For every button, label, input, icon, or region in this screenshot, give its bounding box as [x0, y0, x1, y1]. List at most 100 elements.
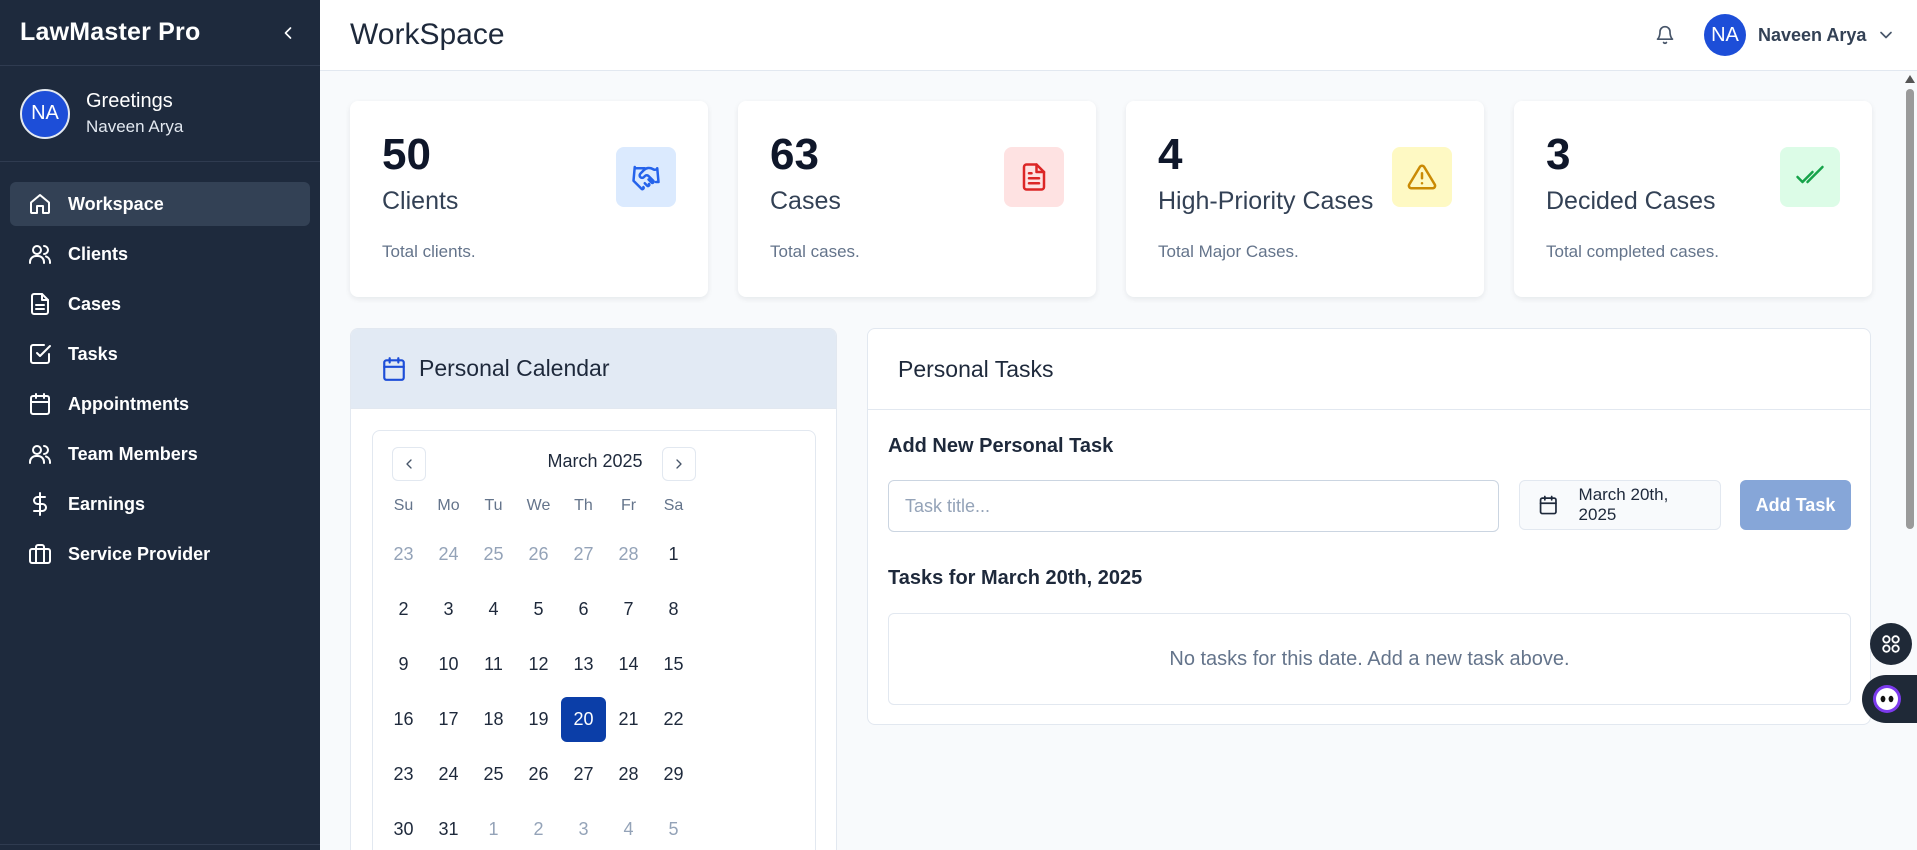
stat-card-cases: 63 Cases Total cases. — [738, 101, 1096, 297]
scrollbar-thumb[interactable] — [1906, 89, 1914, 529]
sidebar-item-service-provider[interactable]: Service Provider — [10, 532, 310, 576]
handshake-icon — [632, 165, 660, 191]
calendar-day-selected[interactable]: 20 — [561, 697, 606, 742]
sidebar-item-label: Team Members — [68, 443, 198, 464]
avatar: NA — [1704, 14, 1746, 56]
calendar-day[interactable]: 5 — [516, 587, 561, 632]
calendar-day[interactable]: 2 — [381, 587, 426, 632]
home-icon — [30, 194, 50, 214]
calendar-day[interactable]: 9 — [381, 642, 426, 687]
calendar-day[interactable]: 8 — [651, 587, 696, 632]
calendar-day[interactable]: 3 — [426, 587, 471, 632]
double-check-icon — [1796, 165, 1824, 184]
grid-icon — [1882, 635, 1900, 653]
collapse-sidebar-button[interactable] — [276, 21, 300, 45]
task-title-input[interactable] — [888, 480, 1499, 532]
calendar-day[interactable]: 1 — [471, 807, 516, 850]
calendar-day[interactable]: 29 — [651, 752, 696, 797]
sidebar-item-label: Earnings — [68, 493, 146, 514]
robot-face-icon — [1873, 685, 1901, 713]
sidebar-item-label: Service Provider — [68, 543, 211, 564]
calendar-day[interactable]: 4 — [606, 807, 651, 850]
sidebar-item-clients[interactable]: Clients — [10, 232, 310, 276]
calendar-day[interactable]: 18 — [471, 697, 516, 742]
calendar-day[interactable]: 31 — [426, 807, 471, 850]
sidebar-item-earnings[interactable]: Earnings — [10, 482, 310, 526]
add-task-label: Add New Personal Task — [888, 435, 1114, 457]
add-task-button[interactable]: Add Task — [1740, 480, 1851, 530]
calendar-day[interactable]: 27 — [561, 532, 606, 577]
calendar-day[interactable]: 21 — [606, 697, 651, 742]
next-month-button[interactable] — [662, 447, 696, 481]
calendar-day[interactable]: 28 — [606, 532, 651, 577]
calendar-day[interactable]: 23 — [381, 752, 426, 797]
calendar-day[interactable]: 24 — [426, 752, 471, 797]
calendar-day[interactable]: 17 — [426, 697, 471, 742]
sidebar-item-tasks[interactable]: Tasks — [10, 332, 310, 376]
scroll-up-arrow[interactable] — [1905, 75, 1915, 83]
sidebar-item-workspace[interactable]: Workspace — [10, 182, 310, 226]
calendar-day[interactable]: 6 — [561, 587, 606, 632]
app-name: LawMaster Pro — [20, 18, 201, 46]
stat-card-decided: 3 Decided Cases Total completed cases. — [1514, 101, 1872, 297]
weekday-label: Sa — [663, 497, 684, 514]
floating-apps-button[interactable] — [1870, 623, 1912, 665]
sidebar-item-label: Tasks — [68, 343, 118, 364]
calendar-day[interactable]: 2 — [516, 807, 561, 850]
calendar-month-label: March 2025 — [547, 451, 643, 471]
personal-calendar-panel: Personal Calendar March 2025 Su Mo Tu We Th F… — [350, 328, 837, 850]
notifications-button[interactable] — [1650, 20, 1680, 50]
task-date-picker[interactable]: March 20th, 2025 — [1519, 480, 1721, 530]
calendar-header: Personal Calendar — [351, 329, 836, 409]
chevron-left-icon — [284, 26, 292, 39]
greeting-title: Greetings — [86, 90, 173, 112]
calendar-day[interactable]: 13 — [561, 642, 606, 687]
calendar-day[interactable]: 24 — [426, 532, 471, 577]
calendar-day[interactable]: 16 — [381, 697, 426, 742]
calendar-day[interactable]: 26 — [516, 752, 561, 797]
calendar-day[interactable]: 28 — [606, 752, 651, 797]
calendar-day[interactable]: 4 — [471, 587, 516, 632]
calendar-day[interactable]: 15 — [651, 642, 696, 687]
weekday-label: Tu — [484, 497, 503, 514]
calendar-widget: March 2025 Su Mo Tu We Th Fr Sa 23 24 25 26 27 28 1 2 3… — [372, 430, 816, 850]
calendar-day[interactable]: 25 — [471, 752, 516, 797]
calendar-icon — [1539, 495, 1557, 515]
page-title: WorkSpace — [350, 18, 505, 51]
sidebar-item-label: Workspace — [68, 193, 164, 214]
user-menu[interactable]: NA Naveen Arya — [1704, 10, 1896, 60]
tasks-title: Personal Tasks — [898, 355, 1054, 382]
calendar-day[interactable]: 14 — [606, 642, 651, 687]
brand-bar: LawMaster Pro — [0, 0, 320, 66]
calendar-day[interactable]: 3 — [561, 807, 606, 850]
calendar-day[interactable]: 22 — [651, 697, 696, 742]
calendar-day[interactable]: 19 — [516, 697, 561, 742]
weekday-label: Su — [393, 497, 414, 514]
calendar-day[interactable]: 11 — [471, 642, 516, 687]
greeting-block: NA Greetings Naveen Arya — [0, 66, 320, 162]
sidebar-item-team-members[interactable]: Team Members — [10, 432, 310, 476]
calendar-day[interactable]: 26 — [516, 532, 561, 577]
floating-assistant-button[interactable] — [1862, 675, 1917, 723]
calendar-day[interactable]: 12 — [516, 642, 561, 687]
sidebar-item-cases[interactable]: Cases — [10, 282, 310, 326]
stat-icon-box — [616, 147, 676, 207]
tasks-for-date-title: Tasks for March 20th, 2025 — [888, 567, 1143, 589]
briefcase-icon — [29, 544, 51, 564]
calendar-day[interactable]: 5 — [651, 807, 696, 850]
calendar-day[interactable]: 23 — [381, 532, 426, 577]
warning-icon — [1407, 164, 1437, 190]
calendar-day[interactable]: 25 — [471, 532, 516, 577]
calendar-day[interactable]: 7 — [606, 587, 651, 632]
calendar-day[interactable]: 30 — [381, 807, 426, 850]
file-icon — [31, 293, 49, 315]
calendar-day[interactable]: 1 — [651, 532, 696, 577]
weekday-label: We — [526, 497, 551, 514]
calendar-day[interactable]: 27 — [561, 752, 606, 797]
stat-card-high-priority: 4 High-Priority Cases Total Major Cases. — [1126, 101, 1484, 297]
calendar-day[interactable]: 10 — [426, 642, 471, 687]
page-scrollbar[interactable] — [1903, 71, 1917, 850]
calendar-icon — [30, 393, 50, 415]
sidebar-item-appointments[interactable]: Appointments — [10, 382, 310, 426]
tasks-header: Personal Tasks — [868, 329, 1870, 410]
